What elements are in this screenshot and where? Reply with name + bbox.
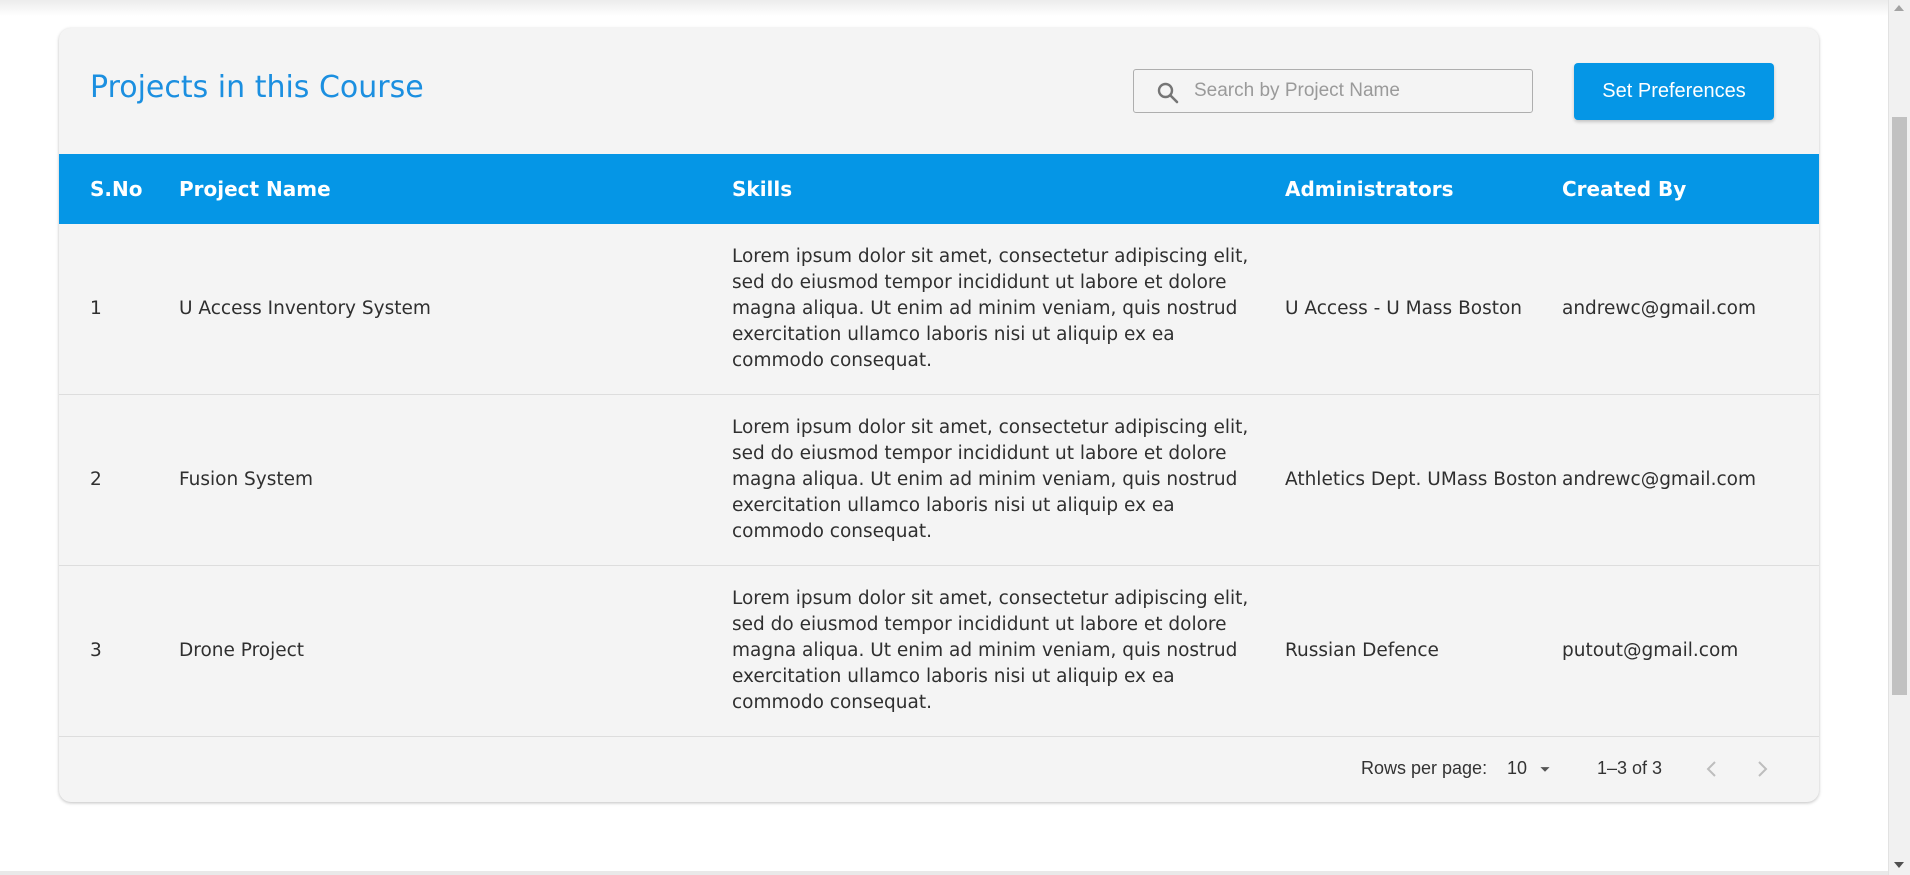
cell-skills: Lorem ipsum dolor sit amet, consectetur … <box>732 394 1285 566</box>
horizontal-scroll-track <box>0 871 1888 875</box>
scroll-up-arrow-icon[interactable] <box>1894 5 1904 11</box>
cell-sno: 1 <box>90 224 179 395</box>
table-row[interactable]: 1 U Access Inventory System Lorem ipsum … <box>59 224 1819 395</box>
arrow-drop-down-icon <box>1534 758 1556 780</box>
cell-sno: 3 <box>90 565 179 737</box>
search-box[interactable] <box>1133 69 1533 113</box>
projects-table: S.No Project Name Skills Administrators … <box>59 154 1819 737</box>
table-row[interactable]: 3 Drone Project Lorem ipsum dolor sit am… <box>59 565 1819 737</box>
top-edge-shadow <box>0 0 1888 16</box>
cell-administrators: Athletics Dept. UMass Boston <box>1285 394 1562 566</box>
search-icon <box>1156 81 1180 105</box>
cell-created-by: andrewc@gmail.com <box>1562 224 1819 395</box>
previous-page-button[interactable] <box>1695 752 1729 786</box>
scrollbar-thumb[interactable] <box>1892 117 1907 695</box>
header-spacer <box>59 154 90 224</box>
cell-administrators: U Access - U Mass Boston <box>1285 224 1562 395</box>
column-header-created-by: Created By <box>1562 154 1819 224</box>
scroll-down-arrow-icon[interactable] <box>1894 862 1904 868</box>
cell-project-name: Fusion System <box>179 394 732 566</box>
table-pagination: Rows per page: 10 1–3 of 3 <box>59 738 1819 802</box>
vertical-scrollbar[interactable] <box>1888 0 1910 875</box>
page-title: Projects in this Course <box>90 70 424 105</box>
table-header-row: S.No Project Name Skills Administrators … <box>59 154 1819 224</box>
cell-sno: 2 <box>90 394 179 566</box>
cell-skills: Lorem ipsum dolor sit amet, consectetur … <box>732 224 1285 395</box>
cell-created-by: andrewc@gmail.com <box>1562 394 1819 566</box>
row-spacer <box>59 565 90 737</box>
page-range-text: 1–3 of 3 <box>1597 758 1663 778</box>
set-preferences-button[interactable]: Set Preferences <box>1574 63 1774 120</box>
cell-project-name: U Access Inventory System <box>179 224 732 395</box>
rows-per-page-label: Rows per page: <box>1361 758 1488 778</box>
column-header-sno: S.No <box>90 154 179 224</box>
column-header-skills: Skills <box>732 154 1285 224</box>
search-input[interactable] <box>1194 71 1524 111</box>
column-header-administrators: Administrators <box>1285 154 1562 224</box>
row-spacer <box>59 394 90 566</box>
projects-card: Projects in this Course Set Preferences … <box>59 28 1819 802</box>
rows-per-page-value: 10 <box>1507 758 1528 778</box>
cell-skills: Lorem ipsum dolor sit amet, consectetur … <box>732 565 1285 737</box>
table-row[interactable]: 2 Fusion System Lorem ipsum dolor sit am… <box>59 394 1819 566</box>
column-header-project-name: Project Name <box>179 154 732 224</box>
cell-created-by: putout@gmail.com <box>1562 565 1819 737</box>
cell-project-name: Drone Project <box>179 565 732 737</box>
rows-per-page-select[interactable]: 10 <box>1507 756 1563 782</box>
cell-administrators: Russian Defence <box>1285 565 1562 737</box>
next-page-button[interactable] <box>1745 752 1779 786</box>
row-spacer <box>59 224 90 395</box>
